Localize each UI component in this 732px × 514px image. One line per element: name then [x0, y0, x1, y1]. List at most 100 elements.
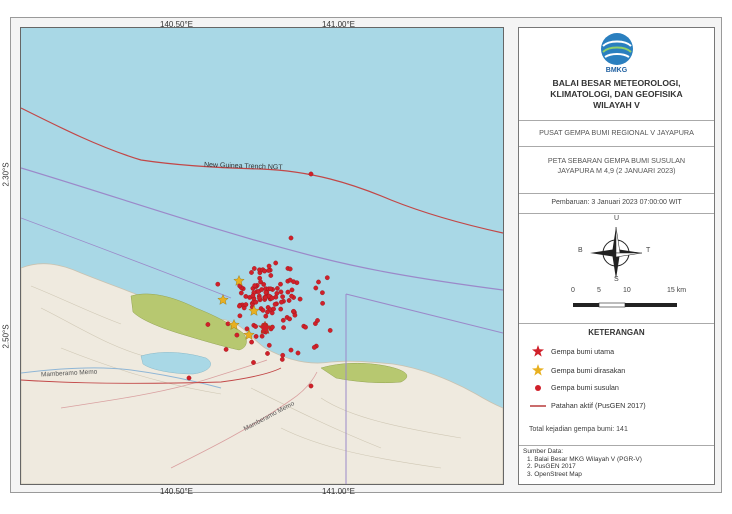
legend-label-fault: Patahan aktif (PusGEN 2017): [551, 401, 646, 410]
info-panel: BMKG BALAI BESAR METEOROLOGI, KLIMATOLOG…: [518, 27, 715, 485]
aftershock-dot: [259, 333, 265, 339]
red-dot-icon: [529, 384, 547, 392]
legend-mainshock: Gempa bumi utama: [529, 345, 614, 357]
updated-time: Pembaruan: 3 Januari 2023 07:00:00 WIT: [551, 199, 682, 206]
legend-fault: Patahan aktif (PusGEN 2017): [529, 401, 646, 410]
aftershock-dot: [271, 306, 276, 312]
aftershock-dot: [278, 306, 284, 312]
aftershock-dot: [289, 287, 295, 293]
source-3: 3. OpenStreet Map: [527, 470, 582, 478]
aftershock-dot: [308, 383, 314, 389]
aftershock-dot: [279, 299, 284, 305]
aftershock-dot: [257, 295, 262, 301]
aftershock-dot: [263, 290, 269, 295]
aftershock-dot: [269, 295, 275, 301]
aftershock-dot: [249, 339, 254, 345]
org-line-1: BALAI BESAR METEOROLOGI,: [552, 78, 681, 88]
lon-tick-bottom-1: 140.50°E: [160, 487, 194, 496]
aftershock-dot: [292, 312, 298, 318]
aftershock-dot: [262, 268, 267, 274]
aftershock-dot: [313, 285, 319, 291]
aftershock-dot: [258, 279, 263, 285]
aftershock-dot: [253, 334, 259, 339]
seismic-map[interactable]: New Guinea Trench NGT Mamberamo Memo Mam…: [20, 27, 504, 485]
compass-east: T: [646, 247, 651, 254]
aftershock-dot: [251, 266, 257, 271]
aftershock-dot: [278, 281, 283, 287]
legend-label-aftershock: Gempa bumi susulan: [551, 383, 619, 392]
legend-label-mainshock: Gempa bumi utama: [551, 346, 615, 356]
aftershock-dot: [263, 295, 268, 301]
legend-box: KETERANGAN Gempa bumi utama Gempa bumi d…: [519, 323, 714, 446]
aftershock-dot: [237, 313, 243, 319]
aftershock-dot: [280, 294, 285, 300]
yellow-star-icon: [529, 364, 547, 376]
aftershock-dot: [266, 263, 272, 269]
aftershock-dot: [215, 281, 221, 287]
logo-text: BMKG: [605, 67, 628, 74]
aftershock-dot: [259, 287, 264, 292]
total-events: Total kejadian gempa bumi: 141: [529, 426, 628, 433]
aftershock-dot: [265, 351, 270, 356]
aftershock-dot: [243, 302, 249, 307]
aftershock-dot: [285, 289, 291, 295]
aftershock-dot: [252, 283, 258, 288]
aftershock-dot: [287, 277, 293, 283]
aftershock-dot: [243, 294, 249, 299]
aftershock-dot: [249, 270, 254, 275]
aftershock-dot: [303, 324, 308, 330]
aftershock-dot: [205, 322, 211, 327]
org-line-3: WILAYAH V: [593, 100, 640, 110]
aftershock-dot: [223, 347, 229, 352]
legend-label-felt: Gempa bumi dirasakan: [551, 365, 626, 375]
aftershock-dot: [266, 342, 272, 348]
compass-west: B: [578, 247, 583, 254]
lat-tick-left-2: 2.50°S: [1, 324, 11, 349]
compass-rose-icon: [590, 226, 643, 279]
aftershock-dot: [308, 171, 314, 177]
aftershock-dot: [273, 260, 279, 266]
bmkg-logo-icon: [601, 33, 633, 65]
source-1: 1. Balai Besar MKG Wilayah V (PGR-V): [527, 455, 642, 463]
title-box: PETA SEBARAN GEMPA BUMI SUSULAN JAYAPURA…: [519, 146, 714, 194]
header-box: BMKG BALAI BESAR METEOROLOGI, KLIMATOLOG…: [519, 28, 714, 121]
aftershock-dot: [272, 301, 278, 307]
aftershock-dot: [237, 303, 242, 309]
map-title: PETA SEBARAN GEMPA BUMI SUSULAN JAYAPURA…: [519, 156, 714, 176]
aftershock-dot: [287, 316, 292, 322]
map-title-line-2: JAYAPURA M 4,9 (2 JANUARI 2023): [557, 166, 676, 175]
aftershock-dot: [253, 299, 259, 305]
aftershock-dot: [250, 293, 256, 299]
lon-tick-bottom-2: 141.00°E: [322, 487, 356, 496]
scale-label-15: 15 km: [667, 287, 687, 294]
aftershock-dot: [251, 360, 256, 365]
sources-box: Sumber Data: 1. Balai Besar MKG Wilayah …: [519, 445, 714, 484]
red-star-icon: [529, 345, 547, 357]
aftershock-dot: [316, 279, 321, 285]
aftershock-dot: [288, 235, 294, 241]
aftershock-dot: [263, 313, 269, 319]
source-2: 2. PusGEN 2017: [527, 463, 576, 471]
boundary-3: [345, 293, 503, 334]
aftershock-dot: [286, 298, 292, 303]
aftershock-dot: [268, 286, 273, 292]
aftershock-dot: [275, 286, 280, 291]
org-line-2: KLIMATOLOGI, DAN GEOFISIKA: [550, 89, 683, 99]
center-name: PUSAT GEMPA BUMI REGIONAL V JAYAPURA: [539, 128, 694, 137]
aftershock-dot: [234, 332, 240, 338]
aftershock-dot: [253, 324, 258, 329]
org-name: BALAI BESAR METEOROLOGI, KLIMATOLOGI, DA…: [519, 78, 714, 111]
aftershock-dot: [327, 328, 333, 333]
scale-label-5: 5: [597, 287, 601, 294]
aftershock-dot: [280, 317, 286, 323]
aftershock-dot: [279, 357, 285, 362]
aftershock-dot: [291, 308, 296, 314]
aftershock-dot: [268, 273, 274, 278]
scale-label-10: 10: [623, 287, 631, 294]
aftershock-dot: [320, 290, 325, 296]
compass-box: U S T B 0 5 10 15 km: [519, 213, 714, 324]
sources-title: Sumber Data:: [523, 448, 564, 455]
aftershock-dot: [320, 300, 325, 306]
scale-bar: [573, 302, 677, 308]
aftershock-dot: [280, 352, 286, 358]
